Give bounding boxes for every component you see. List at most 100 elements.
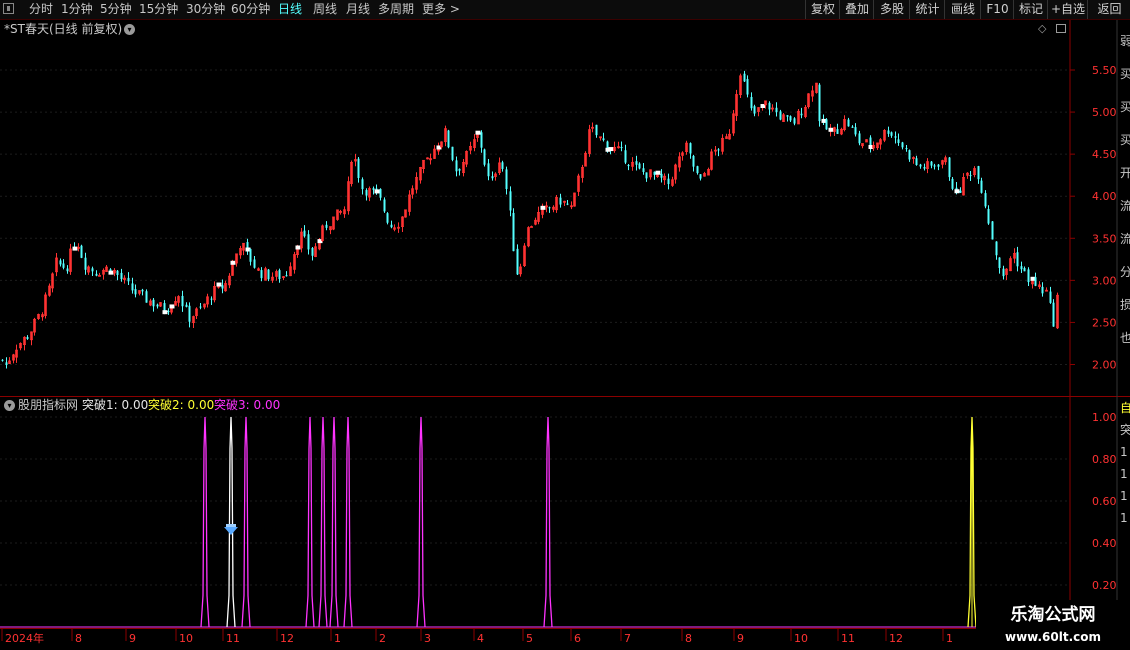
candle-body bbox=[984, 193, 987, 207]
white-marker bbox=[655, 170, 661, 175]
candle-body bbox=[1041, 286, 1044, 294]
candle-body bbox=[933, 165, 936, 167]
right-edge-text: 流 bbox=[1120, 232, 1130, 246]
candle-body bbox=[451, 146, 454, 160]
candle-body bbox=[1020, 266, 1023, 270]
indicator-name[interactable]: 股朋指标网 bbox=[18, 398, 78, 412]
white-marker bbox=[108, 270, 114, 275]
candle-body bbox=[253, 259, 256, 268]
indicator-spike bbox=[305, 416, 315, 628]
indicator-tick-label: 0.80 bbox=[1092, 453, 1117, 466]
indicator-spike bbox=[226, 416, 236, 628]
candle-body bbox=[210, 298, 213, 300]
candle-body bbox=[365, 190, 368, 196]
right-edge-text: 也 bbox=[1120, 331, 1130, 345]
candle-body bbox=[134, 289, 137, 295]
candle-body bbox=[969, 175, 972, 177]
candle-body bbox=[987, 208, 990, 224]
x-tick-label: 1 bbox=[946, 632, 953, 645]
indicator-3-label: 突破3: 0.00 bbox=[214, 398, 281, 412]
right-edge-text: 分 bbox=[1120, 265, 1130, 279]
candle-body bbox=[930, 161, 933, 166]
candle-body bbox=[779, 111, 782, 120]
candle-body bbox=[91, 268, 94, 272]
x-tick-label: 6 bbox=[574, 632, 581, 645]
indicator-spike bbox=[543, 416, 553, 628]
candle-body bbox=[361, 179, 364, 190]
candle-body bbox=[1027, 269, 1030, 283]
x-tick-label: 9 bbox=[129, 632, 136, 645]
candle-body bbox=[307, 234, 310, 250]
right-edge-text: 弱 bbox=[1120, 34, 1130, 48]
candle-body bbox=[181, 295, 184, 307]
diamond-icon[interactable]: ◇ bbox=[1038, 22, 1046, 35]
indicator-tick-label: 0.40 bbox=[1092, 537, 1117, 550]
right-edge-text: 买 bbox=[1120, 67, 1130, 81]
candle-body bbox=[789, 116, 792, 121]
indicator-tick-label: 0.20 bbox=[1092, 579, 1117, 592]
indicator-spike bbox=[416, 416, 426, 628]
price-tick-label: 3.00 bbox=[1092, 274, 1117, 287]
indicator-series bbox=[0, 416, 1070, 628]
candle-body bbox=[1023, 268, 1026, 272]
candle-body bbox=[379, 188, 382, 198]
x-tick-label: 11 bbox=[226, 632, 240, 645]
candle-body bbox=[1052, 302, 1055, 327]
candle-body bbox=[278, 270, 281, 280]
candle-body bbox=[127, 277, 130, 282]
chart-canvas[interactable]: 5.50 5.00 4.50 4.00 3.50 3.00 2.50 2.00 1.00 0.80… bbox=[0, 0, 1130, 650]
x-tick-label: 12 bbox=[280, 632, 294, 645]
candle-body bbox=[887, 130, 890, 134]
candle-body bbox=[221, 285, 224, 289]
candle-body bbox=[775, 107, 778, 113]
indicator-spike bbox=[241, 416, 251, 628]
white-marker bbox=[374, 189, 380, 194]
window-icon[interactable] bbox=[1056, 24, 1066, 33]
y-gridlines bbox=[0, 69, 1075, 586]
indicator-collapse-icon[interactable]: ▾ bbox=[4, 400, 15, 411]
x-tick-label: 11 bbox=[841, 632, 855, 645]
candle-body bbox=[825, 119, 828, 130]
axis-labels: 5.50 5.00 4.50 4.00 3.50 3.00 2.50 2.00 1.00 0.80… bbox=[1, 34, 1130, 645]
candle-body bbox=[998, 257, 1001, 268]
candle-body bbox=[483, 149, 486, 165]
right-edge-text: 买 bbox=[1120, 100, 1130, 114]
white-marker bbox=[475, 130, 481, 135]
x-tick-label: 8 bbox=[75, 632, 82, 645]
candle-body bbox=[455, 160, 458, 172]
candle-body bbox=[487, 163, 490, 177]
candle-body bbox=[793, 118, 796, 124]
candle-body bbox=[26, 337, 29, 339]
chevron-down-icon[interactable]: ▾ bbox=[124, 24, 135, 35]
x-tick-label: 4 bbox=[477, 632, 484, 645]
candle-body bbox=[959, 190, 962, 193]
candle-body bbox=[667, 178, 670, 185]
candle-body bbox=[768, 102, 771, 110]
candle-body bbox=[905, 148, 908, 150]
candle-body bbox=[858, 133, 861, 144]
candle-body bbox=[627, 165, 630, 167]
candle-body bbox=[642, 168, 645, 172]
candle-body bbox=[167, 310, 170, 312]
right-edge-indicator-text: 1 bbox=[1120, 489, 1128, 503]
candle-body bbox=[696, 166, 699, 174]
right-edge-text: 流 bbox=[1120, 199, 1130, 213]
candle-body bbox=[185, 304, 188, 307]
candle-body bbox=[602, 138, 605, 141]
candle-body bbox=[854, 127, 857, 135]
x-tick-label: 8 bbox=[685, 632, 692, 645]
candle-body bbox=[977, 166, 980, 180]
candle-body bbox=[624, 150, 627, 163]
candle-body bbox=[59, 260, 62, 265]
candle-body bbox=[84, 257, 87, 270]
candle-body bbox=[786, 115, 789, 117]
candle-body bbox=[653, 171, 656, 175]
x-tick-label: 10 bbox=[179, 632, 193, 645]
candle-body bbox=[156, 304, 159, 307]
candle-body bbox=[753, 106, 756, 114]
indicator-tick-label: 1.00 bbox=[1092, 411, 1117, 424]
candlestick-series bbox=[1, 70, 1059, 369]
white-marker bbox=[954, 189, 960, 194]
candle-body bbox=[1016, 252, 1019, 267]
price-tick-label: 3.50 bbox=[1092, 232, 1117, 245]
